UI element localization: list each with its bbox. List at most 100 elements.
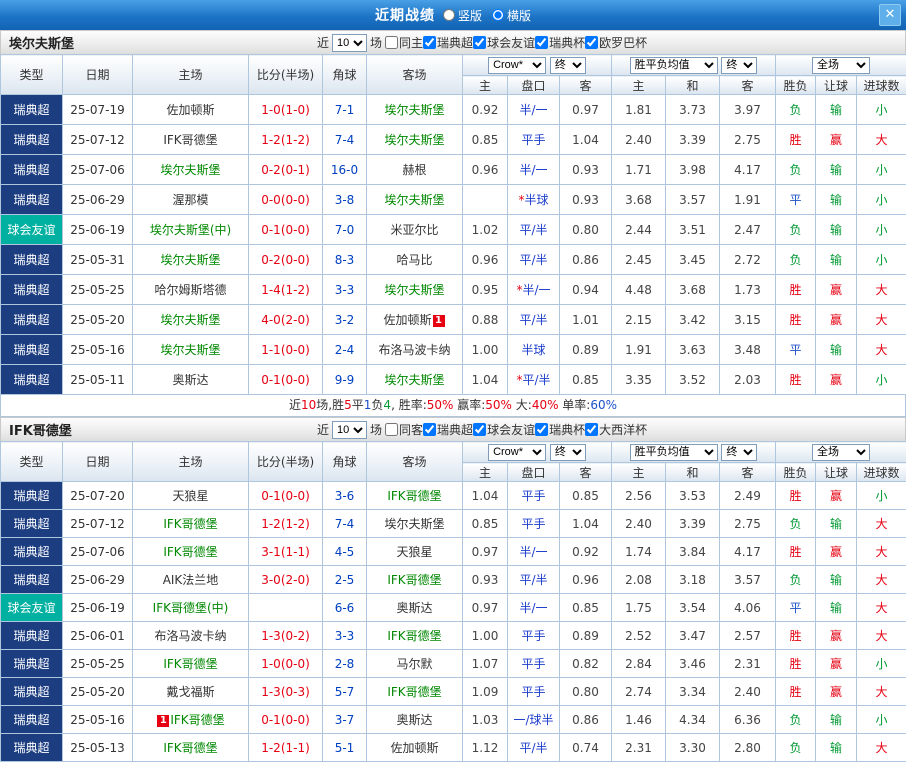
asia-final-select[interactable]: 终: [550, 444, 586, 461]
panel-title: 近期战绩: [375, 5, 435, 25]
away-team-cell: 埃尔夫斯堡: [367, 365, 463, 395]
euro-odds-header: 胜平负均值 终: [612, 442, 776, 463]
team-name-text: 米亚尔比: [390, 223, 438, 237]
euro-company-select[interactable]: 胜平负均值: [630, 57, 718, 74]
summary-segment: 负: [371, 398, 383, 412]
result-handicap-cell: 输: [816, 335, 857, 365]
corner-cell: 7-0: [323, 215, 367, 245]
score-cell: 0-2(0-1): [249, 155, 323, 185]
asia-away-odds-cell: 0.89: [560, 335, 612, 365]
euro-away-odds-cell: 2.49: [720, 482, 776, 510]
euro-home-odds-cell: 2.40: [612, 125, 666, 155]
team-name-text: 埃尔夫斯堡: [384, 283, 444, 297]
league-type-cell: 瑞典超: [1, 538, 63, 566]
score-cell: [249, 594, 323, 622]
asia-handicap-cell: *半/一: [508, 275, 560, 305]
filter-option-label: 瑞典杯: [549, 421, 585, 438]
asia-home-odds-cell: 0.95: [463, 275, 508, 305]
euro-home-odds-cell: 2.31: [612, 734, 666, 762]
date-cell: 25-05-13: [63, 734, 133, 762]
col-score: 比分(半场): [249, 55, 323, 95]
near-label: 近: [317, 421, 329, 438]
col-asia-handicap: 盘口: [508, 76, 560, 95]
result-wdl-cell: 负: [776, 215, 816, 245]
team-name-text: 埃尔夫斯堡: [384, 103, 444, 117]
filter-checkbox[interactable]: [585, 423, 598, 436]
match-row: 瑞典超25-07-20天狼星0-1(0-0)3-6IFK哥德堡1.04平手0.8…: [1, 482, 906, 510]
filter-checkbox[interactable]: [423, 36, 436, 49]
filter-checkbox[interactable]: [585, 36, 598, 49]
team-name: IFK哥德堡: [9, 420, 72, 439]
match-row: 瑞典超25-05-20埃尔夫斯堡4-0(2-0)3-2佐加顿斯10.88平/半1…: [1, 305, 906, 335]
league-type-cell: 瑞典超: [1, 566, 63, 594]
col-euro-home: 主: [612, 76, 666, 95]
euro-home-odds-cell: 2.44: [612, 215, 666, 245]
col-asia-away: 客: [560, 76, 612, 95]
euro-away-odds-cell: 4.06: [720, 594, 776, 622]
home-team-cell: 埃尔夫斯堡: [133, 335, 249, 365]
euro-draw-odds-cell: 3.42: [666, 305, 720, 335]
layout-option-label: 竖版: [458, 7, 482, 24]
filter-checkbox[interactable]: [385, 423, 398, 436]
corner-cell: 7-4: [323, 510, 367, 538]
home-team-cell: IFK哥德堡: [133, 125, 249, 155]
asia-away-odds-cell: 0.85: [560, 594, 612, 622]
team-name-text: 奥斯达: [396, 601, 432, 615]
euro-final-select[interactable]: 终: [721, 444, 757, 461]
layout-radio[interactable]: [443, 9, 455, 21]
euro-home-odds-cell: 3.68: [612, 185, 666, 215]
col-date: 日期: [63, 55, 133, 95]
euro-final-select[interactable]: 终: [721, 57, 757, 74]
filter-checkbox[interactable]: [535, 423, 548, 436]
corner-cell: 7-1: [323, 95, 367, 125]
layout-radio-group: 竖版横版: [443, 7, 531, 24]
away-team-cell: 埃尔夫斯堡: [367, 185, 463, 215]
asia-company-select[interactable]: Crow*: [488, 444, 546, 461]
filter-option-label: 同客: [399, 421, 423, 438]
competition-filter-group: 同客瑞典超球会友谊瑞典杯大西洋杯: [385, 421, 647, 439]
euro-home-odds-cell: 1.71: [612, 155, 666, 185]
team-name-text: 马尔默: [396, 657, 432, 671]
euro-home-odds-cell: 2.40: [612, 510, 666, 538]
match-count-select[interactable]: 10: [332, 34, 367, 52]
date-cell: 25-05-16: [63, 335, 133, 365]
asia-away-odds-cell: 0.89: [560, 622, 612, 650]
filter-checkbox[interactable]: [385, 36, 398, 49]
euro-home-odds-cell: 4.48: [612, 275, 666, 305]
filter-checkbox[interactable]: [423, 423, 436, 436]
asia-final-select[interactable]: 终: [550, 57, 586, 74]
asia-company-select[interactable]: Crow*: [488, 57, 546, 74]
corner-cell: 2-8: [323, 650, 367, 678]
euro-away-odds-cell: 3.48: [720, 335, 776, 365]
result-wdl-cell: 胜: [776, 538, 816, 566]
score-cell: 1-4(1-2): [249, 275, 323, 305]
col-score: 比分(半场): [249, 442, 323, 482]
asia-away-odds-cell: 1.01: [560, 305, 612, 335]
layout-radio[interactable]: [492, 9, 504, 21]
filter-checkbox[interactable]: [535, 36, 548, 49]
scope-select[interactable]: 全场: [812, 444, 870, 461]
euro-company-select[interactable]: 胜平负均值: [630, 444, 718, 461]
close-button[interactable]: ✕: [879, 4, 901, 26]
match-count-select[interactable]: 10: [332, 421, 367, 439]
euro-draw-odds-cell: 3.18: [666, 566, 720, 594]
home-team-cell: 1IFK哥德堡: [133, 706, 249, 734]
scope-select[interactable]: 全场: [812, 57, 870, 74]
asia-away-odds-cell: 0.86: [560, 245, 612, 275]
euro-away-odds-cell: 2.75: [720, 125, 776, 155]
away-team-cell: 埃尔夫斯堡: [367, 275, 463, 305]
asia-home-odds-cell: 0.85: [463, 510, 508, 538]
col-result-goals: 进球数: [857, 463, 906, 482]
asia-handicap-cell: 平/半: [508, 566, 560, 594]
col-away: 客场: [367, 55, 463, 95]
filter-option-label: 球会友谊: [487, 34, 535, 51]
asia-handicap-cell: 平/半: [508, 734, 560, 762]
result-handicap-cell: 输: [816, 594, 857, 622]
asia-away-odds-cell: 0.80: [560, 678, 612, 706]
asia-away-odds-cell: 0.85: [560, 365, 612, 395]
result-wdl-cell: 平: [776, 335, 816, 365]
filter-checkbox[interactable]: [473, 423, 486, 436]
match-row: 瑞典超25-06-29渥那模0-0(0-0)3-8埃尔夫斯堡*半球0.933.6…: [1, 185, 906, 215]
filter-checkbox[interactable]: [473, 36, 486, 49]
euro-draw-odds-cell: 3.51: [666, 215, 720, 245]
